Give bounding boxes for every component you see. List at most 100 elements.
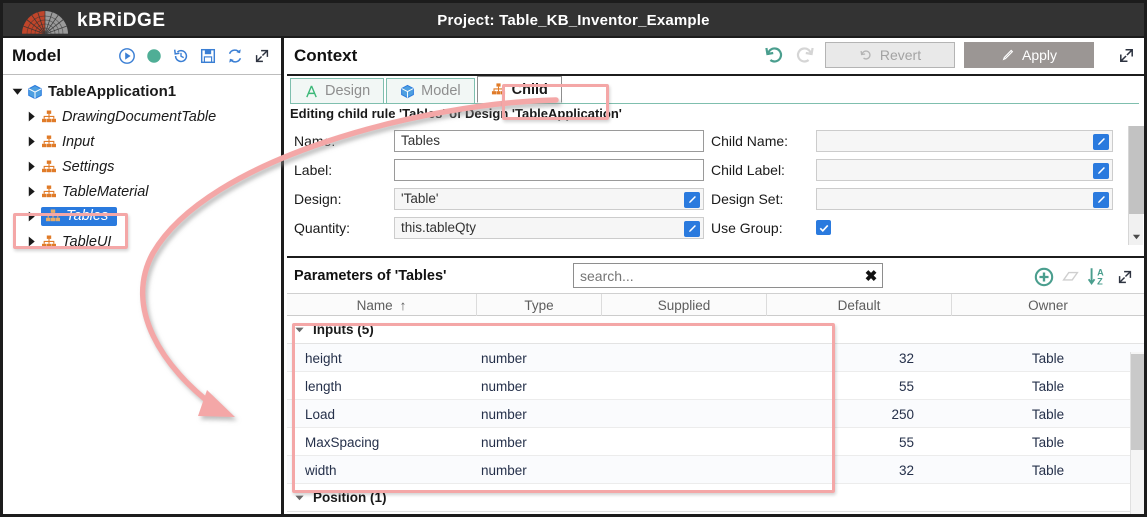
tree-node-drawingdocumenttable[interactable]: DrawingDocumentTable — [3, 104, 281, 129]
tab-design-label: Design — [325, 83, 371, 99]
tab-child[interactable]: Child — [476, 76, 562, 103]
tab-design[interactable]: Design — [290, 78, 385, 103]
form-scrollbar[interactable] — [1128, 126, 1144, 245]
cell-owner: Table — [1031, 406, 1065, 422]
run-icon[interactable] — [118, 47, 136, 65]
cube-icon — [401, 84, 415, 98]
use-group-label: Use Group: — [711, 219, 783, 236]
tree-node-settings[interactable]: Settings — [3, 154, 281, 179]
form-scroll-down-button[interactable] — [1129, 228, 1144, 245]
child-name-field[interactable] — [816, 129, 1113, 152]
eraser-icon[interactable] — [1061, 267, 1080, 286]
expand-icon[interactable] — [253, 47, 271, 65]
chevron-right-icon[interactable] — [25, 235, 38, 248]
quantity-label: Quantity: — [294, 219, 351, 236]
table-row[interactable]: MaxSpacing number 55 Table — [287, 428, 1144, 456]
tab-model[interactable]: Model — [386, 78, 475, 103]
sort-az-icon[interactable]: A Z — [1087, 266, 1109, 287]
pencil-icon — [688, 224, 696, 232]
tree-node-tableapplication1[interactable]: TableApplication1 — [3, 79, 281, 104]
tree-node-label: TableMaterial — [62, 183, 149, 200]
redo-icon[interactable] — [794, 44, 816, 66]
history-icon[interactable] — [172, 47, 190, 65]
tree-node-tableui[interactable]: TableUI — [3, 229, 281, 254]
table-scrollbar-thumb[interactable] — [1131, 354, 1144, 450]
parameters-header: Parameters of 'Tables' ✖ A — [287, 258, 1144, 294]
table-group-position[interactable]: Position (1) — [287, 484, 1144, 512]
context-header: Context Revert Apply — [287, 38, 1144, 76]
child-label-field[interactable] — [816, 158, 1113, 181]
design-set-field[interactable] — [816, 187, 1113, 210]
chevron-down-icon[interactable] — [294, 492, 305, 503]
cell-supplied — [602, 344, 767, 372]
chevron-right-icon[interactable] — [25, 210, 38, 223]
tab-child-label: Child — [511, 81, 548, 98]
cell-supplied — [602, 428, 767, 456]
expand-icon[interactable] — [1116, 268, 1134, 286]
table-row[interactable]: height number 32 Table — [287, 344, 1144, 372]
search-clear-button[interactable]: ✖ — [860, 267, 882, 285]
design-set-edit-pencil-icon[interactable] — [1093, 191, 1109, 208]
tree-node-label: TableApplication1 — [48, 83, 177, 100]
apply-button[interactable]: Apply — [964, 42, 1094, 68]
sort-asc-icon: ↑ — [399, 297, 407, 313]
column-header-type[interactable]: Type — [477, 294, 602, 316]
form-scrollbar-thumb[interactable] — [1129, 126, 1144, 214]
cell-type: number — [481, 350, 527, 366]
tree-node-tables[interactable]: Tables — [3, 204, 281, 229]
cell-supplied — [602, 400, 767, 428]
table-row[interactable]: Load number 250 Table — [287, 400, 1144, 428]
design-set-label: Design Set: — [711, 190, 784, 207]
chevron-down-icon[interactable] — [11, 85, 24, 98]
hierarchy-icon — [42, 235, 56, 247]
tree-node-tablematerial[interactable]: TableMaterial — [3, 179, 281, 204]
chevron-right-icon[interactable] — [25, 185, 38, 198]
refresh-icon[interactable] — [226, 47, 244, 65]
table-scrollbar[interactable] — [1130, 352, 1144, 514]
save-icon[interactable] — [199, 47, 217, 65]
child-name-edit-pencil-icon[interactable] — [1093, 133, 1109, 150]
name-field[interactable]: Tables — [394, 129, 704, 152]
table-row[interactable]: width number 32 Table — [287, 456, 1144, 484]
design-field[interactable]: 'Table' — [394, 187, 704, 210]
parameters-search[interactable]: ✖ — [573, 263, 883, 288]
table-row[interactable]: length number 55 Table — [287, 372, 1144, 400]
column-header-supplied[interactable]: Supplied — [602, 294, 767, 316]
design-edit-pencil-icon[interactable] — [684, 191, 700, 208]
column-header-name[interactable]: Name ↑ — [287, 294, 477, 316]
parameters-toolbar: A Z — [1034, 266, 1134, 287]
quantity-edit-pencil-icon[interactable] — [684, 220, 700, 237]
add-parameter-icon[interactable] — [1034, 267, 1054, 287]
context-title: Context — [294, 46, 358, 65]
status-circle-icon[interactable] — [145, 47, 163, 65]
tab-model-label: Model — [421, 83, 461, 99]
cell-type: number — [481, 378, 527, 394]
child-rule-form: Name: Tables Label: Design: 'Table' Quan… — [290, 126, 1137, 246]
tree-node-tables-selected[interactable]: Tables — [41, 207, 118, 226]
label-field[interactable] — [394, 158, 704, 181]
quantity-field[interactable]: this.tableQty — [394, 216, 704, 239]
child-label-edit-pencil-icon[interactable] — [1093, 162, 1109, 179]
chevron-down-icon[interactable] — [294, 324, 305, 335]
search-input[interactable] — [574, 265, 860, 286]
undo-icon[interactable] — [763, 44, 785, 66]
logo-label: kBRiDGE — [77, 9, 166, 31]
chevron-down-icon — [1132, 234, 1141, 240]
name-field-value: Tables — [401, 133, 441, 148]
revert-button[interactable]: Revert — [825, 42, 955, 68]
column-header-default[interactable]: Default — [767, 294, 952, 316]
table-group-inputs[interactable]: Inputs (5) — [287, 316, 1144, 344]
tree-node-input[interactable]: Input — [3, 129, 281, 154]
column-header-owner[interactable]: Owner — [952, 294, 1144, 316]
cell-default: 32 — [898, 462, 914, 478]
label-label: Label: — [294, 161, 333, 178]
cell-name: MaxSpacing — [305, 434, 380, 450]
chevron-right-icon[interactable] — [25, 110, 38, 123]
hierarchy-icon — [46, 209, 60, 222]
project-title: Project: Table_KB_Inventor_Example — [437, 12, 710, 29]
chevron-right-icon[interactable] — [25, 135, 38, 148]
use-group-checkbox[interactable] — [816, 220, 831, 235]
cell-default: 55 — [898, 378, 914, 394]
expand-icon[interactable] — [1117, 46, 1136, 65]
chevron-right-icon[interactable] — [25, 160, 38, 173]
